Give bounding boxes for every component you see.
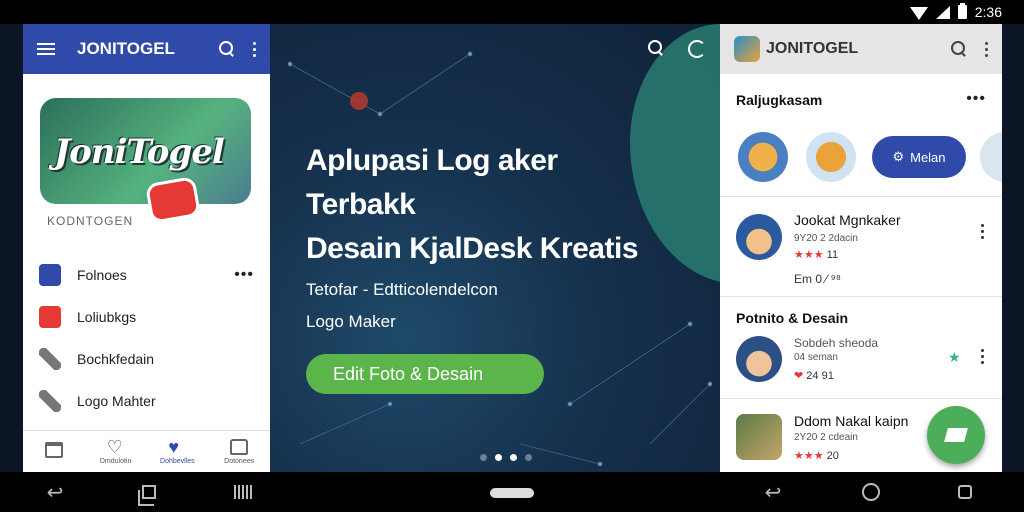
sync-icon[interactable]: [688, 40, 706, 58]
left-menu: Folnoes ••• Loliubkgs Bochkfedain Logo M…: [23, 254, 270, 422]
left-bottom-tabs: ♡ Dmdulotin ♥ Dohbevlles Dotonees: [23, 430, 270, 472]
item-title[interactable]: Jookat Mgnkaker: [794, 212, 901, 228]
search-icon[interactable]: [219, 41, 235, 57]
item-title[interactable]: Ddom Nakal kaipn: [794, 413, 908, 429]
wifi-icon: [909, 6, 928, 20]
right-app-title: JONITOGEL: [766, 40, 859, 57]
hero-banner: Aplupasi Log aker Terbakk Desain KjalDes…: [270, 24, 720, 472]
hero-title-line-3: Desain KjalDesk Kreatis: [306, 232, 639, 265]
tab-label: Dohbevlles: [160, 457, 195, 465]
hero-subtitle-2: Logo Maker: [306, 312, 396, 331]
lock-icon: [230, 438, 249, 455]
apps-icon[interactable]: [230, 480, 256, 504]
tab-dmdulotin[interactable]: ♡ Dmdulotin: [85, 431, 147, 472]
hero-title-line-2: Terbakk: [306, 188, 416, 221]
menu-item-bochkfedain[interactable]: Bochkfedain: [23, 338, 270, 380]
divider: [720, 296, 1002, 297]
tab-calendar[interactable]: [23, 431, 85, 472]
item-avatar[interactable]: [736, 336, 782, 382]
melan-chip[interactable]: ⚙ Melan: [872, 136, 966, 178]
section-title: Raljugkasam: [736, 92, 823, 108]
calendar-icon: [44, 442, 63, 458]
home-icon[interactable]: [858, 480, 884, 504]
menu-item-loliubkgs[interactable]: Loliubkgs: [23, 296, 270, 338]
wrench-icon: [39, 390, 61, 412]
item-rating: ★★★ 11: [794, 249, 839, 261]
left-app-panel: JONITOGEL JoniTogel KODNTOGEN Folnoes ••…: [23, 24, 270, 472]
system-nav-bar: ↩ ↩: [0, 472, 1024, 512]
item-meta: Em 0 ⁄ ⁹⁸: [794, 272, 841, 286]
right-app-header: JONITOGEL: [720, 24, 1002, 74]
chip-label: Melan: [910, 149, 946, 165]
tab-label: Dmdulotin: [99, 457, 132, 465]
logo-badge-icon: [144, 175, 202, 225]
section-title: Potnito & Desain: [736, 310, 849, 326]
avatar[interactable]: [806, 132, 856, 182]
home-pill[interactable]: [490, 488, 534, 498]
send-fab-button[interactable]: [927, 406, 985, 464]
app-logo-icon: [734, 36, 760, 62]
overview-icon[interactable]: [952, 480, 978, 504]
item-title[interactable]: Sobdeh sheoda: [794, 336, 878, 350]
star-icon[interactable]: ★: [948, 349, 961, 366]
item-subtitle: 2Y20 2 cdeain: [794, 432, 858, 443]
app-logo-card: JoniTogel: [40, 98, 251, 225]
menu-item-label: Loliubkgs: [77, 309, 137, 325]
item-rating: ❤ 24 91: [794, 370, 834, 382]
more-horiz-icon[interactable]: •••: [234, 266, 254, 284]
item-more-icon[interactable]: [981, 224, 984, 239]
menu-item-label: Folnoes: [77, 267, 127, 283]
avatar[interactable]: [738, 132, 788, 182]
decorative-dot: [350, 92, 368, 110]
more-horiz-icon[interactable]: •••: [966, 90, 986, 108]
menu-item-label: Bochkfedain: [77, 351, 155, 367]
item-more-icon[interactable]: [981, 349, 984, 364]
item-avatar[interactable]: [736, 414, 782, 460]
recents-icon[interactable]: [136, 480, 162, 506]
avatar[interactable]: [980, 132, 1002, 182]
menu-item-folnoes[interactable]: Folnoes •••: [23, 254, 270, 296]
item-subtitle: 04 seman: [794, 352, 838, 363]
divider: [720, 398, 1002, 399]
right-app-panel: JONITOGEL Raljugkasam ••• ⚙ Melan Jookat…: [720, 24, 1002, 472]
back-icon[interactable]: ↩: [760, 480, 786, 504]
battery-icon: [957, 3, 967, 19]
logo-caption: KODNTOGEN: [47, 214, 134, 228]
menu-icon[interactable]: [37, 43, 55, 55]
gamepad-icon: ⚙: [892, 149, 905, 164]
menu-item-logo-mahter[interactable]: Logo Mahter: [23, 380, 270, 422]
more-vert-icon[interactable]: [985, 41, 988, 57]
edit-foto-desain-button[interactable]: Edit Foto & Desain: [306, 354, 544, 394]
left-app-title: JONITOGEL: [77, 39, 175, 58]
wrench-icon: [39, 348, 61, 370]
item-subtitle: 9Y20 2 2dacin: [794, 233, 858, 244]
search-icon[interactable]: [951, 41, 967, 57]
signal-icon: [935, 5, 950, 19]
search-icon[interactable]: [648, 40, 664, 56]
menu-item-label: Logo Mahter: [77, 393, 156, 409]
back-icon[interactable]: ↩: [42, 480, 68, 504]
more-vert-icon[interactable]: [253, 41, 256, 57]
left-app-header: JONITOGEL: [23, 24, 270, 74]
hero-toolbar: [648, 40, 706, 58]
tab-label: Dotonees: [224, 457, 255, 465]
hero-title-line-1: Aplupasi Log aker: [306, 144, 558, 177]
heart-filled-icon: ♥: [168, 436, 180, 457]
tab-dotonees[interactable]: Dotonees: [208, 431, 270, 472]
hero-subtitle: Tetofar - Edtticolendelcon: [306, 280, 498, 299]
document-icon: [39, 264, 61, 286]
carousel-indicator[interactable]: [480, 454, 532, 461]
logo-text: JoniTogel: [54, 132, 225, 172]
heart-outline-icon: ♡: [106, 436, 123, 457]
status-time: 2:36: [974, 4, 1002, 20]
send-icon: [944, 428, 968, 442]
tab-dohbevlles[interactable]: ♥ Dohbevlles: [147, 431, 209, 472]
youtube-icon: [39, 306, 61, 328]
item-avatar[interactable]: [736, 214, 782, 260]
item-rating: ★★★ 20: [794, 450, 839, 462]
status-bar: 2:36: [0, 0, 1024, 24]
divider: [720, 196, 1002, 197]
